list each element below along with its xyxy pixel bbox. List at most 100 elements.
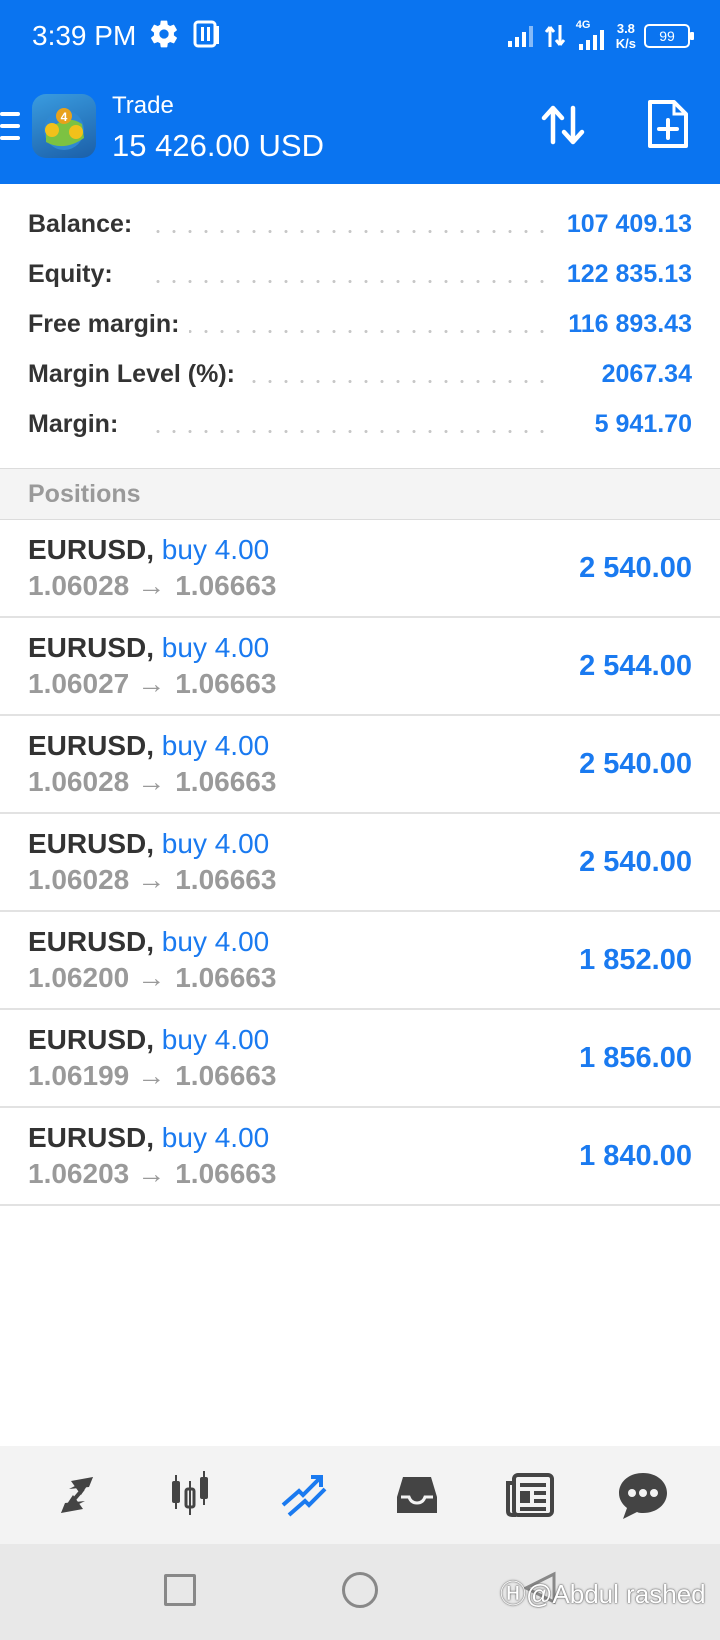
header-profit-amount: 15 426.00 USD bbox=[112, 128, 324, 163]
nav-trade[interactable] bbox=[271, 1463, 335, 1527]
summary-value: 122 835.13 bbox=[556, 260, 692, 289]
current-price: 1.06663 bbox=[175, 570, 277, 601]
gear-icon bbox=[151, 20, 177, 48]
nav-quotes[interactable] bbox=[45, 1463, 109, 1527]
current-price: 1.06663 bbox=[175, 1158, 277, 1189]
new-order-icon[interactable] bbox=[646, 98, 690, 150]
position-prices: 1.06028 → 1.06663 bbox=[28, 766, 276, 798]
position-row[interactable]: EURUSD, buy 4.00 1.06199 → 1.06663 1 856.0… bbox=[0, 1010, 720, 1108]
current-price: 1.06663 bbox=[175, 962, 277, 993]
position-header: EURUSD, buy 4.00 bbox=[28, 1122, 269, 1154]
nav-history[interactable] bbox=[385, 1463, 449, 1527]
system-navigation-bar: Ⓗ@Abdul rashed bbox=[0, 1544, 720, 1640]
position-header: EURUSD, buy 4.00 bbox=[28, 730, 269, 762]
position-prices: 1.06203 → 1.06663 bbox=[28, 1158, 276, 1190]
positions-title: Positions bbox=[28, 480, 141, 508]
position-type: buy 4.00 bbox=[161, 730, 270, 761]
position-symbol: EURUSD, bbox=[28, 926, 155, 957]
position-profit: 1 856.00 bbox=[579, 1042, 692, 1074]
position-header: EURUSD, buy 4.00 bbox=[28, 828, 269, 860]
current-price: 1.06663 bbox=[175, 1060, 277, 1091]
summary-value: 116 893.43 bbox=[558, 310, 692, 339]
bottom-navigation bbox=[0, 1446, 720, 1544]
summary-row-margin: Margin: 5 941.70 bbox=[0, 400, 720, 450]
position-type: buy 4.00 bbox=[161, 1122, 270, 1153]
position-row[interactable]: EURUSD, buy 4.00 1.06027 → 1.06663 2 544.0… bbox=[0, 618, 720, 716]
summary-row-balance: Balance: 107 409.13 bbox=[0, 200, 720, 250]
arrow-icon: → bbox=[137, 1060, 166, 1091]
open-price: 1.06028 bbox=[28, 766, 130, 797]
status-indicators: 4G 3.8 K/s 99 bbox=[506, 16, 694, 56]
current-price: 1.06663 bbox=[175, 766, 277, 797]
summary-row-free-margin: Free margin: 116 893.43 bbox=[0, 300, 720, 350]
nav-news[interactable] bbox=[498, 1463, 562, 1527]
speed-unit: K/s bbox=[615, 36, 636, 51]
nav-chart[interactable] bbox=[158, 1463, 222, 1527]
position-prices: 1.06028 → 1.06663 bbox=[28, 864, 276, 896]
position-symbol: EURUSD, bbox=[28, 534, 155, 565]
current-price: 1.06663 bbox=[175, 668, 277, 699]
arrow-icon: → bbox=[137, 864, 166, 895]
history-icon bbox=[396, 1477, 437, 1513]
app-notification-icon bbox=[193, 20, 219, 48]
open-price: 1.06203 bbox=[28, 1158, 130, 1189]
status-bar: 3:39 PM 4G 3.8 K/s 99 bbox=[0, 0, 720, 76]
summary-label: Margin: bbox=[28, 410, 129, 439]
nav-chat[interactable] bbox=[611, 1463, 675, 1527]
arrow-icon: → bbox=[137, 668, 166, 699]
position-prices: 1.06028 → 1.06663 bbox=[28, 570, 276, 602]
watermark: Ⓗ@Abdul rashed bbox=[500, 1579, 706, 1609]
position-row[interactable]: EURUSD, buy 4.00 1.06028 → 1.06663 2 540.0… bbox=[0, 716, 720, 814]
trade-icon bbox=[281, 1475, 327, 1517]
position-row[interactable]: EURUSD, buy 4.00 1.06028 → 1.06663 2 540.0… bbox=[0, 814, 720, 912]
position-row[interactable]: EURUSD, buy 4.00 1.06028 → 1.06663 2 540.0… bbox=[0, 520, 720, 618]
open-price: 1.06028 bbox=[28, 570, 130, 601]
recent-apps-button[interactable] bbox=[164, 1574, 196, 1606]
home-button[interactable] bbox=[342, 1572, 378, 1608]
open-price: 1.06028 bbox=[28, 864, 130, 895]
position-symbol: EURUSD, bbox=[28, 730, 155, 761]
summary-row-margin-level: Margin Level (%): 2067.34 bbox=[0, 350, 720, 400]
svg-text:4: 4 bbox=[61, 110, 68, 124]
account-summary: Balance: 107 409.13 Equity: 122 835.13 F… bbox=[0, 200, 720, 450]
menu-icon[interactable] bbox=[0, 112, 20, 140]
signal-icon bbox=[507, 26, 533, 47]
position-profit: 2 540.00 bbox=[579, 552, 692, 584]
data-transfer-icon bbox=[544, 25, 565, 47]
summary-label: Margin Level (%): bbox=[28, 360, 245, 389]
arrow-icon: → bbox=[137, 766, 166, 797]
speed-value: 3.8 bbox=[616, 21, 635, 36]
position-profit: 1 852.00 bbox=[579, 944, 692, 976]
position-symbol: EURUSD, bbox=[28, 1024, 155, 1055]
status-time: 3:39 PM bbox=[32, 20, 137, 51]
news-icon bbox=[505, 1473, 554, 1517]
summary-label: Free margin: bbox=[28, 310, 190, 339]
current-price: 1.06663 bbox=[175, 864, 277, 895]
position-symbol: EURUSD, bbox=[28, 1122, 155, 1153]
dotted-leader bbox=[150, 230, 550, 233]
summary-value: 5 941.70 bbox=[584, 410, 692, 439]
sort-icon[interactable] bbox=[538, 100, 588, 150]
position-header: EURUSD, buy 4.00 bbox=[28, 1024, 269, 1056]
arrow-icon: → bbox=[137, 962, 166, 993]
position-profit: 2 540.00 bbox=[579, 748, 692, 780]
page-title: Trade bbox=[112, 92, 174, 119]
position-row[interactable]: EURUSD, buy 4.00 1.06200 → 1.06663 1 852.0… bbox=[0, 912, 720, 1010]
chart-icon bbox=[171, 1471, 208, 1515]
position-prices: 1.06199 → 1.06663 bbox=[28, 1060, 276, 1092]
position-prices: 1.06027 → 1.06663 bbox=[28, 668, 276, 700]
summary-row-equity: Equity: 122 835.13 bbox=[0, 250, 720, 300]
summary-value: 2067.34 bbox=[591, 360, 692, 389]
arrow-icon: → bbox=[137, 570, 166, 601]
position-type: buy 4.00 bbox=[161, 534, 270, 565]
position-header: EURUSD, buy 4.00 bbox=[28, 534, 269, 566]
open-price: 1.06200 bbox=[28, 962, 130, 993]
position-type: buy 4.00 bbox=[161, 1024, 270, 1055]
open-price: 1.06199 bbox=[28, 1060, 130, 1091]
position-header: EURUSD, buy 4.00 bbox=[28, 926, 269, 958]
position-profit: 1 840.00 bbox=[579, 1140, 692, 1172]
position-row[interactable]: EURUSD, buy 4.00 1.06203 → 1.06663 1 840.0… bbox=[0, 1108, 720, 1206]
quotes-icon bbox=[60, 1477, 93, 1513]
metatrader-logo: 4 bbox=[32, 94, 96, 158]
position-type: buy 4.00 bbox=[161, 828, 270, 859]
